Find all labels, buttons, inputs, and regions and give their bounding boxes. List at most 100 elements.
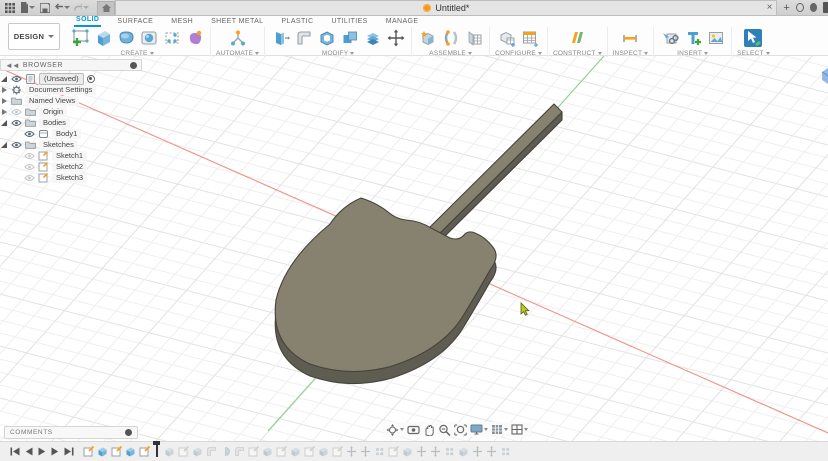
fillet-icon[interactable] [293, 28, 314, 49]
browser-row-body1[interactable]: Body1 [0, 128, 142, 139]
revolve-icon[interactable] [138, 28, 159, 49]
visibility-eye-icon[interactable] [11, 141, 22, 149]
timeline-feature-move[interactable] [471, 445, 483, 457]
browser-row-unsaved[interactable]: (Unsaved) [0, 73, 142, 84]
comments-bar[interactable]: COMMENTS [4, 426, 138, 439]
move-icon[interactable] [385, 28, 406, 49]
pan-icon[interactable] [423, 424, 435, 436]
construct-plane-icon[interactable] [567, 28, 588, 49]
timeline-feature-extrude[interactable] [317, 445, 329, 457]
configuration-icon[interactable] [497, 28, 518, 49]
undo-icon[interactable] [55, 1, 70, 15]
browser-row-named-views[interactable]: Named Views [0, 95, 142, 106]
timeline-feature-sketch[interactable] [82, 445, 94, 457]
timeline-feature-extrude[interactable] [261, 445, 273, 457]
browser-settings-icon[interactable] [130, 62, 137, 69]
timeline-feature-fillet[interactable] [233, 445, 245, 457]
group-label-configure[interactable]: CONFIGURE [495, 50, 542, 57]
timeline-feature-move[interactable] [359, 445, 371, 457]
group-label-modify[interactable]: MODIFY [322, 50, 354, 57]
browser-row-sketch2[interactable]: Sketch2 [0, 161, 142, 172]
browser-row-sketches[interactable]: Sketches [0, 139, 142, 150]
tab-surface[interactable]: SURFACE [115, 18, 155, 27]
press-pull-icon[interactable] [270, 28, 291, 49]
group-label-inspect[interactable]: INSPECT [613, 50, 649, 57]
browser-row-sketch1[interactable]: Sketch1 [0, 150, 142, 161]
visibility-eye-icon[interactable] [24, 174, 35, 182]
group-label-assemble[interactable]: ASSEMBLE [429, 50, 472, 57]
visibility-eye-icon[interactable] [24, 152, 35, 160]
timeline-feature-sketch[interactable] [138, 445, 150, 457]
guitar-body-model[interactable] [275, 104, 562, 384]
home-tab[interactable] [97, 1, 115, 15]
combine-icon[interactable] [339, 28, 360, 49]
expander-icon[interactable] [0, 76, 8, 82]
browser-row-sketch3[interactable]: Sketch3 [0, 172, 142, 183]
app-grid-icon[interactable] [4, 1, 16, 15]
group-label-construct[interactable]: CONSTRUCT [553, 50, 602, 57]
create-sketch-icon[interactable] [69, 28, 90, 49]
timeline-feature-extrude[interactable] [401, 445, 413, 457]
new-tab-button[interactable]: + [783, 2, 789, 14]
automate-icon[interactable] [227, 28, 248, 49]
timeline-feature-fillet[interactable] [205, 445, 217, 457]
group-label-select[interactable]: SELECT [737, 50, 770, 57]
timeline-feature-pattern[interactable] [443, 445, 455, 457]
canvas-icon[interactable] [705, 28, 726, 49]
new-component-icon[interactable] [417, 28, 438, 49]
grid-and-snaps-icon[interactable] [491, 424, 508, 435]
orbit-icon[interactable] [386, 424, 404, 436]
tab-close-icon[interactable]: × [767, 2, 773, 14]
extrude-icon[interactable] [92, 28, 113, 49]
redo-icon[interactable] [74, 1, 89, 15]
insert-derive-icon[interactable] [659, 28, 680, 49]
timeline-feature-sketch[interactable] [303, 445, 315, 457]
timeline-feature-extrude[interactable] [289, 445, 301, 457]
viewcube-partial[interactable] [822, 68, 828, 84]
timeline-feature-sketch[interactable] [331, 445, 343, 457]
timeline-feature-move[interactable] [415, 445, 427, 457]
visibility-eye-icon[interactable] [24, 130, 35, 138]
zoom-icon[interactable] [438, 424, 451, 436]
tab-utilities[interactable]: UTILITIES [329, 18, 369, 27]
timeline-feature-extrude[interactable] [124, 445, 136, 457]
timeline-feature-sketch[interactable] [387, 445, 399, 457]
visibility-eye-icon[interactable] [24, 163, 35, 171]
joint-icon[interactable] [440, 28, 461, 49]
visibility-eye-icon[interactable] [11, 108, 22, 116]
go-to-start-button[interactable] [10, 447, 20, 456]
extension-circle-icon[interactable] [796, 3, 804, 12]
timeline-feature-move[interactable] [345, 445, 357, 457]
select-icon[interactable] [743, 28, 764, 49]
timeline-feature-revolve[interactable] [219, 445, 231, 457]
timeline-feature-pattern[interactable] [373, 445, 385, 457]
visibility-eye-icon[interactable] [11, 119, 22, 127]
measure-icon[interactable] [620, 28, 641, 49]
timeline-feature-pattern[interactable] [499, 445, 511, 457]
timeline-feature-sketch[interactable] [247, 445, 259, 457]
tab-sheet-metal[interactable]: SHEET METAL [209, 18, 265, 27]
tab-mesh[interactable]: MESH [169, 18, 195, 27]
look-at-icon[interactable] [407, 425, 420, 435]
insert-part-icon[interactable] [682, 28, 703, 49]
go-to-end-button[interactable] [64, 447, 74, 456]
timeline-feature-extrude[interactable] [191, 445, 203, 457]
timeline-feature-extrude[interactable] [163, 445, 175, 457]
step-back-button[interactable] [25, 447, 33, 456]
save-icon[interactable] [39, 1, 51, 15]
tab-solid[interactable]: SOLID [74, 16, 101, 27]
timeline-feature-extrude[interactable] [96, 445, 108, 457]
display-settings-icon[interactable] [470, 424, 488, 435]
timeline-playhead[interactable] [153, 441, 160, 457]
expander-icon[interactable] [0, 98, 8, 104]
configuration-table-icon[interactable] [520, 28, 541, 49]
pattern-icon[interactable] [161, 28, 182, 49]
as-built-joint-icon[interactable] [463, 28, 484, 49]
document-tab[interactable]: Untitled* × [115, 0, 777, 15]
browser-row-document-settings[interactable]: Document Settings [0, 84, 142, 95]
browser-row-bodies[interactable]: Bodies [0, 117, 142, 128]
timeline-feature-sketch[interactable] [177, 445, 189, 457]
shell-icon[interactable] [316, 28, 337, 49]
expander-icon[interactable] [0, 142, 8, 148]
tab-plastic[interactable]: PLASTIC [279, 18, 315, 27]
